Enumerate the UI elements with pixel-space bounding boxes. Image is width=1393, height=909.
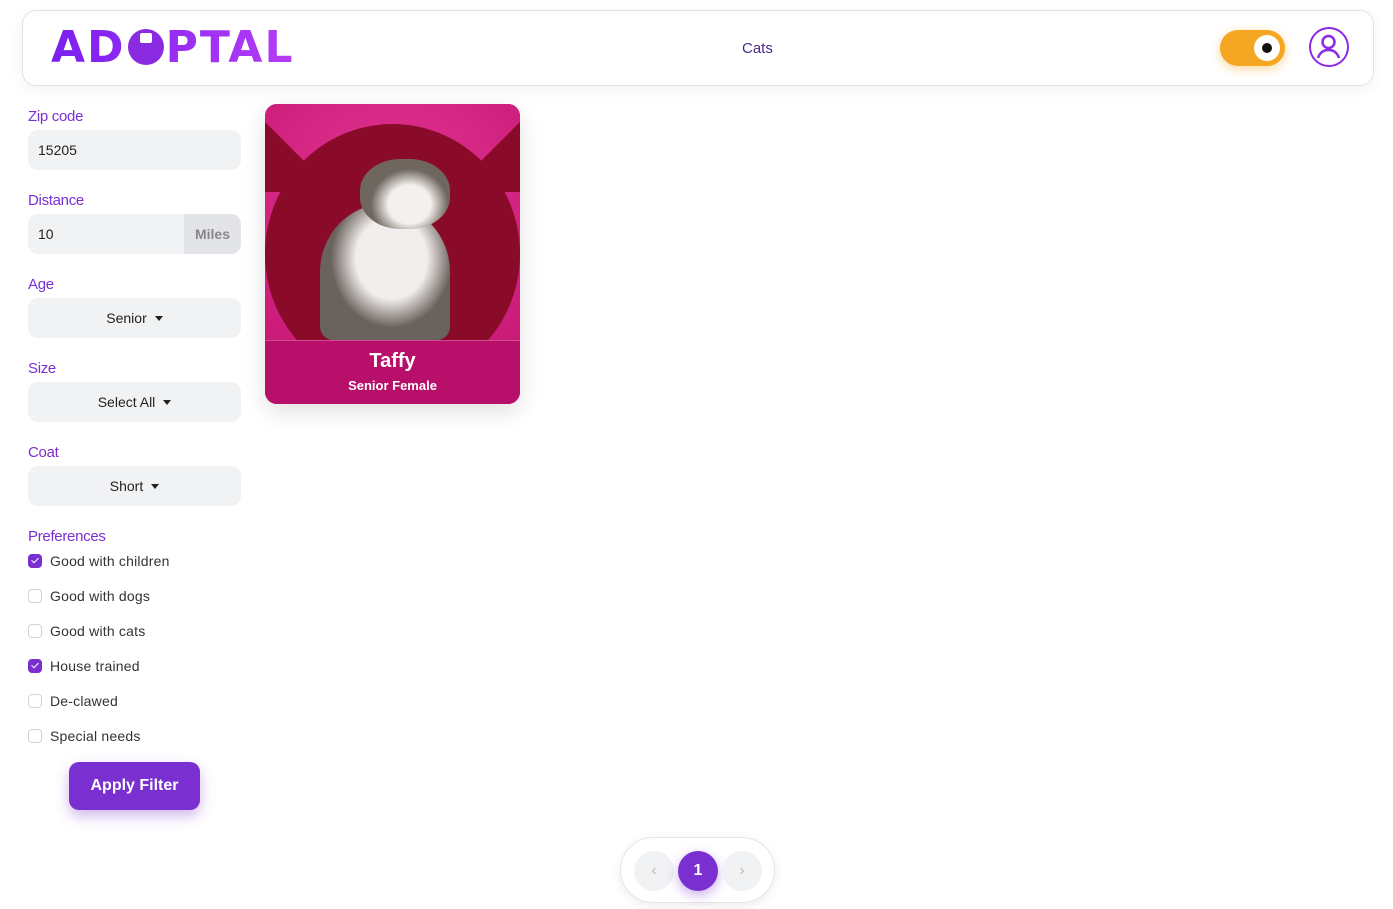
checkbox[interactable]: [28, 729, 42, 743]
user-profile-icon[interactable]: [1309, 27, 1349, 67]
pet-details: Senior Female: [348, 378, 437, 393]
preferences-label: Preferences: [28, 528, 106, 545]
checkbox[interactable]: [28, 694, 42, 708]
checkbox[interactable]: [28, 659, 42, 673]
pref-good-with-dogs[interactable]: Good with dogs: [28, 588, 150, 604]
pref-label: De-clawed: [50, 693, 118, 709]
size-value: Select All: [97, 394, 156, 410]
caret-down-icon: [151, 484, 160, 489]
cat-magician-logo-icon: [127, 29, 164, 65]
pref-label: Good with dogs: [50, 588, 151, 604]
distance-input[interactable]: 10: [38, 226, 54, 242]
pref-special-needs[interactable]: Special needs: [28, 728, 141, 744]
pref-label: House trained: [50, 658, 140, 674]
checkbox[interactable]: [28, 624, 42, 638]
zip-input[interactable]: 15205: [28, 130, 241, 170]
coat-label: Coat: [28, 444, 59, 461]
caret-down-icon: [154, 316, 163, 321]
pet-card[interactable]: Taffy Senior Female: [265, 104, 520, 404]
pref-good-with-children[interactable]: Good with children: [28, 553, 170, 569]
distance-field: 10 Miles: [28, 214, 241, 254]
pet-photo: [265, 104, 520, 384]
sun-icon: [1254, 35, 1280, 61]
checkbox[interactable]: [28, 554, 42, 568]
coat-select[interactable]: Short: [28, 466, 241, 506]
size-select[interactable]: Select All: [28, 382, 241, 422]
age-value: Senior: [106, 310, 147, 326]
miles-addon: Miles: [184, 214, 241, 254]
size-label: Size: [28, 360, 56, 377]
zip-label: Zip code: [28, 108, 84, 125]
page-1-button[interactable]: 1: [678, 851, 718, 891]
checkbox[interactable]: [28, 589, 42, 603]
pagination: ‹ 1 ›: [620, 837, 775, 903]
nav-link-cats[interactable]: Cats: [742, 40, 773, 57]
pref-label: Good with cats: [50, 623, 146, 639]
header: AD PTAL Cats: [22, 10, 1374, 86]
caret-down-icon: [163, 400, 172, 405]
distance-label: Distance: [28, 192, 84, 209]
age-select[interactable]: Senior: [28, 298, 241, 338]
logo[interactable]: AD PTAL: [51, 25, 295, 71]
apply-filter-button[interactable]: Apply Filter: [69, 762, 200, 810]
theme-toggle[interactable]: [1220, 30, 1285, 66]
pet-name: Taffy: [369, 350, 416, 372]
age-label: Age: [28, 276, 54, 293]
prev-page-button[interactable]: ‹: [634, 851, 674, 891]
pref-house-trained[interactable]: House trained: [28, 658, 140, 674]
pref-good-with-cats[interactable]: Good with cats: [28, 623, 145, 639]
pref-de-clawed[interactable]: De-clawed: [28, 693, 118, 709]
next-page-button[interactable]: ›: [722, 851, 762, 891]
pref-label: Good with children: [50, 553, 170, 569]
coat-value: Short: [109, 478, 144, 494]
pref-label: Special needs: [50, 728, 141, 744]
